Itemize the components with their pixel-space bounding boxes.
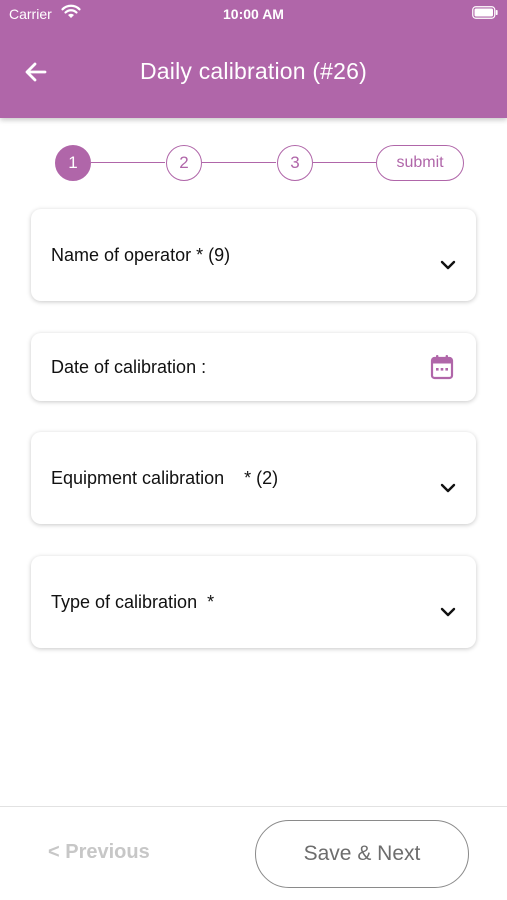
step-connector [91,162,165,163]
field-label: Type of calibration * [51,592,215,612]
step-3[interactable]: 3 [277,145,313,181]
app-header: Carrier 10:00 AM Daily calibration (#26) [0,0,507,118]
status-bar: Carrier 10:00 AM [0,0,507,28]
step-connector [313,162,376,163]
chevron-down-icon [440,607,456,617]
operator-name-dropdown[interactable]: Name of operator * (9) [31,209,476,301]
page-title: Daily calibration (#26) [139,58,368,84]
field-label: Equipment calibration * (2) [51,468,279,488]
calendar-icon[interactable] [430,354,454,380]
previous-button[interactable]: < Previous [48,841,150,864]
step-2[interactable]: 2 [166,145,202,181]
field-label: Name of operator * (9) [51,245,231,265]
chevron-down-icon [440,260,456,270]
battery-icon [472,6,498,19]
calibration-date-field[interactable]: Date of calibration : [31,333,476,401]
chevron-down-icon [440,483,456,493]
field-label: Date of calibration : [51,357,207,377]
clock-label: 10:00 AM [223,6,284,22]
step-connector [202,162,276,163]
step-submit[interactable]: submit [376,145,464,181]
save-next-button[interactable]: Save & Next [255,820,469,888]
calibration-type-dropdown[interactable]: Type of calibration * [31,556,476,648]
step-1[interactable]: 1 [55,145,91,181]
equipment-calibration-dropdown[interactable]: Equipment calibration * (2) [31,432,476,524]
